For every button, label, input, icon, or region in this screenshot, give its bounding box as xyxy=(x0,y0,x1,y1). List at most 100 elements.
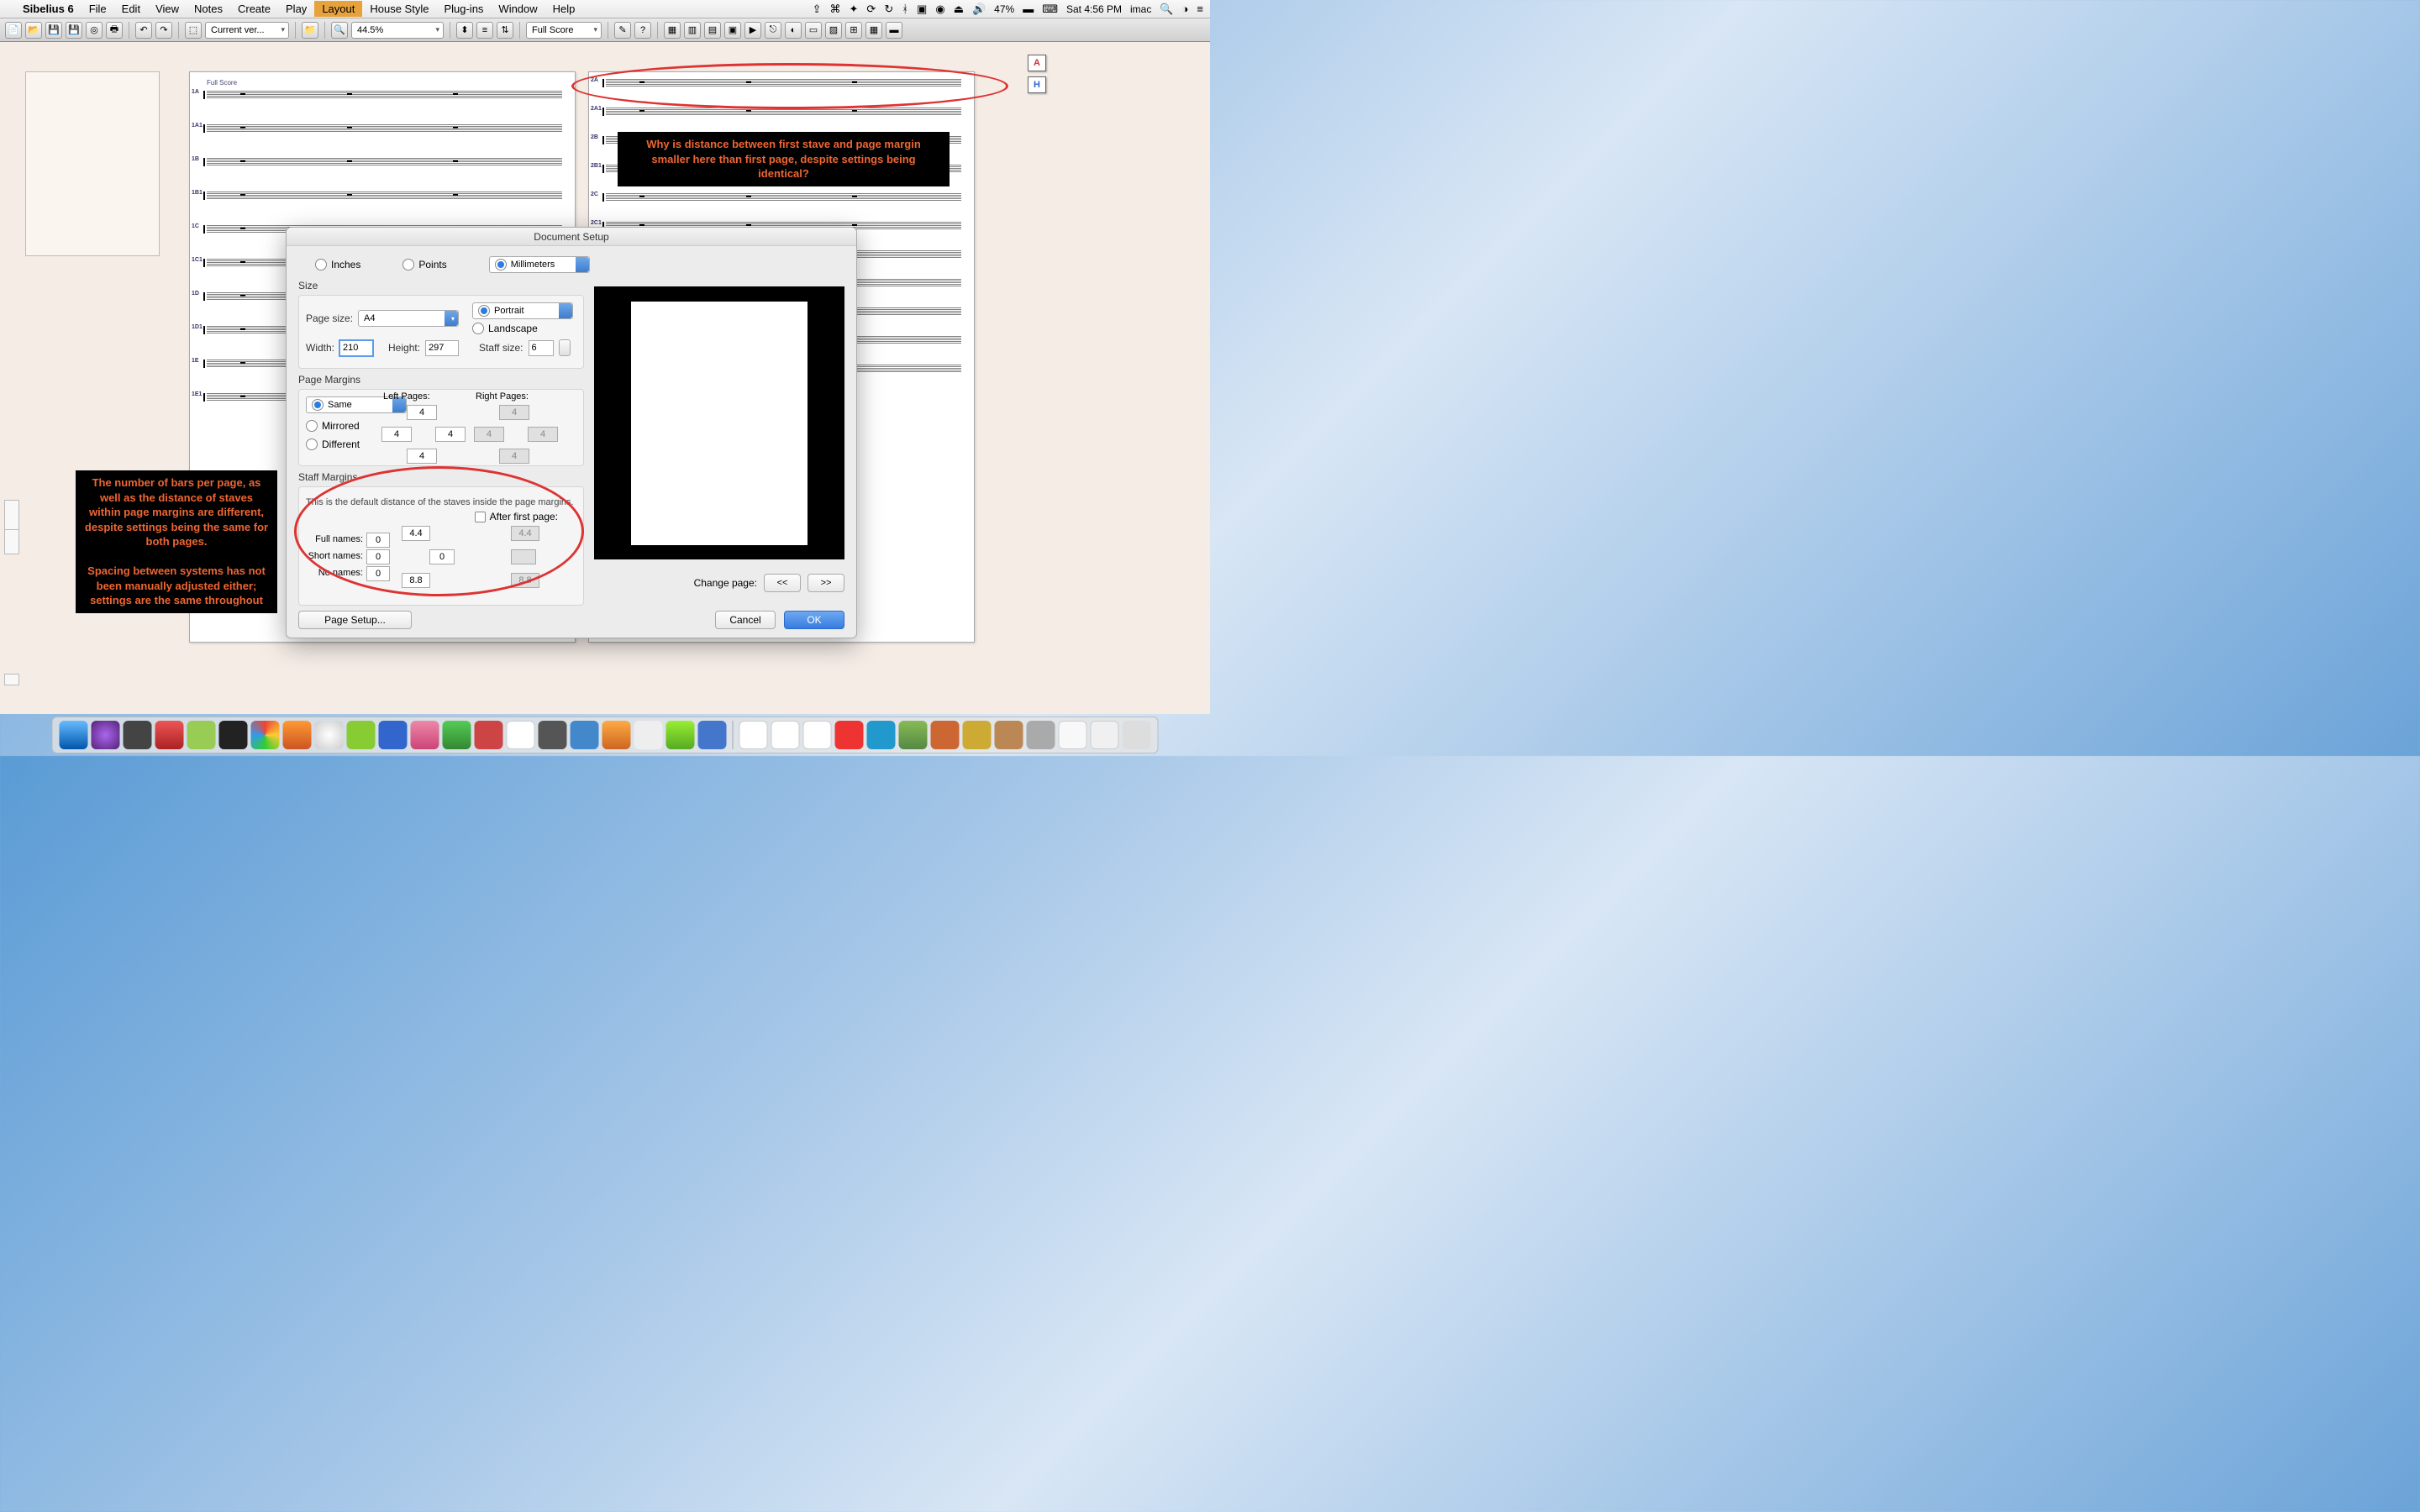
palette-h-button[interactable]: H xyxy=(1028,76,1046,93)
landscape-radio[interactable]: Landscape xyxy=(472,323,573,334)
page-setup-button[interactable]: Page Setup... xyxy=(298,611,412,629)
panel-2[interactable]: ▥ xyxy=(684,22,701,39)
save-button[interactable]: 💾 xyxy=(45,22,62,39)
ok-button[interactable]: OK xyxy=(784,611,844,629)
panel-3[interactable]: ▤ xyxy=(704,22,721,39)
app-dock-8[interactable] xyxy=(347,721,376,749)
app-dock-15[interactable] xyxy=(571,721,599,749)
width-input[interactable] xyxy=(339,340,373,356)
dock-doc-6[interactable] xyxy=(899,721,928,749)
menu-file[interactable]: File xyxy=(82,1,114,17)
margin-right-r[interactable] xyxy=(528,427,558,442)
app-dock-16[interactable] xyxy=(602,721,631,749)
height-input[interactable] xyxy=(425,340,459,356)
notifications-icon[interactable]: ≡ xyxy=(1197,3,1203,15)
menu-plugins[interactable]: Plug-ins xyxy=(436,1,491,17)
mixer-button[interactable]: ⎋ xyxy=(765,22,781,39)
panel-1[interactable]: ▦ xyxy=(664,22,681,39)
margin-top-r[interactable] xyxy=(499,405,529,420)
fretboard-button[interactable]: ▦ xyxy=(865,22,882,39)
app-icon[interactable]: ✦ xyxy=(850,3,859,16)
app-dock-1[interactable] xyxy=(92,721,120,749)
battery-icon[interactable]: ▬ xyxy=(1023,3,1034,15)
chrome-icon[interactable] xyxy=(251,721,280,749)
app-dock-14[interactable] xyxy=(539,721,567,749)
menu-help[interactable]: Help xyxy=(545,1,583,17)
finder-icon[interactable] xyxy=(60,721,88,749)
display-icon[interactable]: ▣ xyxy=(917,3,927,16)
dock-doc-1[interactable] xyxy=(739,721,768,749)
keyboard-button[interactable]: ▬ xyxy=(886,22,902,39)
thumbnail-page[interactable] xyxy=(25,71,160,256)
units-inches-radio[interactable]: Inches xyxy=(315,256,360,273)
app-dock-7[interactable] xyxy=(315,721,344,749)
app-dock-9[interactable] xyxy=(379,721,408,749)
undo-button[interactable]: ↶ xyxy=(135,22,152,39)
redo-button[interactable]: ↷ xyxy=(155,22,172,39)
cancel-button[interactable]: Cancel xyxy=(715,611,776,629)
app-dock-12[interactable] xyxy=(475,721,503,749)
zoom-tool[interactable]: 🔍 xyxy=(331,22,348,39)
siri-icon[interactable]: ◑ xyxy=(1182,3,1189,15)
prev-page-button[interactable]: << xyxy=(764,574,801,592)
dock-folder-2[interactable] xyxy=(1091,721,1119,749)
export-button[interactable]: ◎ xyxy=(86,22,103,39)
app-dock-11[interactable] xyxy=(443,721,471,749)
menu-create[interactable]: Create xyxy=(230,1,278,17)
play-button[interactable]: ▶ xyxy=(744,22,761,39)
volume-icon[interactable]: 🔊 xyxy=(972,3,986,16)
dock-doc-5[interactable] xyxy=(867,721,896,749)
panel-4[interactable]: ▣ xyxy=(724,22,741,39)
menu-view[interactable]: View xyxy=(148,1,187,17)
transpose-button[interactable]: ≡ xyxy=(476,22,493,39)
ideas-button[interactable]: ◐ xyxy=(785,22,802,39)
cmd-icon[interactable]: ⌘ xyxy=(830,3,841,16)
menu-play[interactable]: Play xyxy=(278,1,314,17)
dock-doc-7[interactable] xyxy=(931,721,960,749)
staff-size-input[interactable] xyxy=(529,340,554,356)
units-points-radio[interactable]: Points xyxy=(402,256,446,273)
dock-doc-2[interactable] xyxy=(771,721,800,749)
palette-a-button[interactable]: A xyxy=(1028,55,1046,71)
portrait-radio[interactable]: Portrait xyxy=(472,302,573,319)
spotlight-icon[interactable]: 🔍 xyxy=(1160,3,1173,16)
menu-edit[interactable]: Edit xyxy=(114,1,148,17)
clock[interactable]: Sat 4:56 PM xyxy=(1066,3,1122,15)
margin-top-l[interactable] xyxy=(407,405,437,420)
trash-icon[interactable] xyxy=(1123,721,1151,749)
app-dock-3[interactable] xyxy=(155,721,184,749)
help-button[interactable]: ? xyxy=(634,22,651,39)
menu-housestyle[interactable]: House Style xyxy=(362,1,436,17)
app-dock-6[interactable] xyxy=(283,721,312,749)
floating-palette[interactable]: A H xyxy=(1028,55,1046,98)
bluetooth-icon[interactable]: ᚼ xyxy=(902,3,908,15)
menu-window[interactable]: Window xyxy=(491,1,544,17)
dock[interactable] xyxy=(52,717,1159,753)
app-dock-13[interactable] xyxy=(507,721,535,749)
dock-doc-10[interactable] xyxy=(1027,721,1055,749)
left-palette-3[interactable] xyxy=(4,674,19,685)
sync-icon[interactable]: ⟳ xyxy=(866,3,876,16)
margin-left-l[interactable] xyxy=(381,427,412,442)
units-mm-radio[interactable]: Millimeters xyxy=(489,256,590,273)
video-button[interactable]: ▭ xyxy=(805,22,822,39)
print-button[interactable]: 🖶 xyxy=(106,22,123,39)
folder-button[interactable]: 📁 xyxy=(302,22,318,39)
version-select[interactable]: Current ver... xyxy=(205,22,289,39)
app-dock-5[interactable] xyxy=(219,721,248,749)
margin-bot-r[interactable] xyxy=(499,449,529,464)
next-page-button[interactable]: >> xyxy=(808,574,844,592)
margin-right-l[interactable] xyxy=(435,427,466,442)
focus-button[interactable]: ⬍ xyxy=(456,22,473,39)
zoom-select[interactable]: 44.5% xyxy=(351,22,444,39)
versions-button[interactable]: ⬚ xyxy=(185,22,202,39)
left-palette-2[interactable] xyxy=(4,529,19,554)
staff-size-stepper[interactable] xyxy=(559,339,571,356)
user-menu[interactable]: imac xyxy=(1130,3,1151,15)
margin-left-r[interactable] xyxy=(474,427,504,442)
save-all-button[interactable]: 💾 xyxy=(66,22,82,39)
nav-button[interactable]: ▨ xyxy=(825,22,842,39)
eject-icon[interactable]: ⏏ xyxy=(954,3,964,16)
margin-bot-l[interactable] xyxy=(407,449,437,464)
dropbox-icon[interactable]: ⇪ xyxy=(813,3,822,16)
